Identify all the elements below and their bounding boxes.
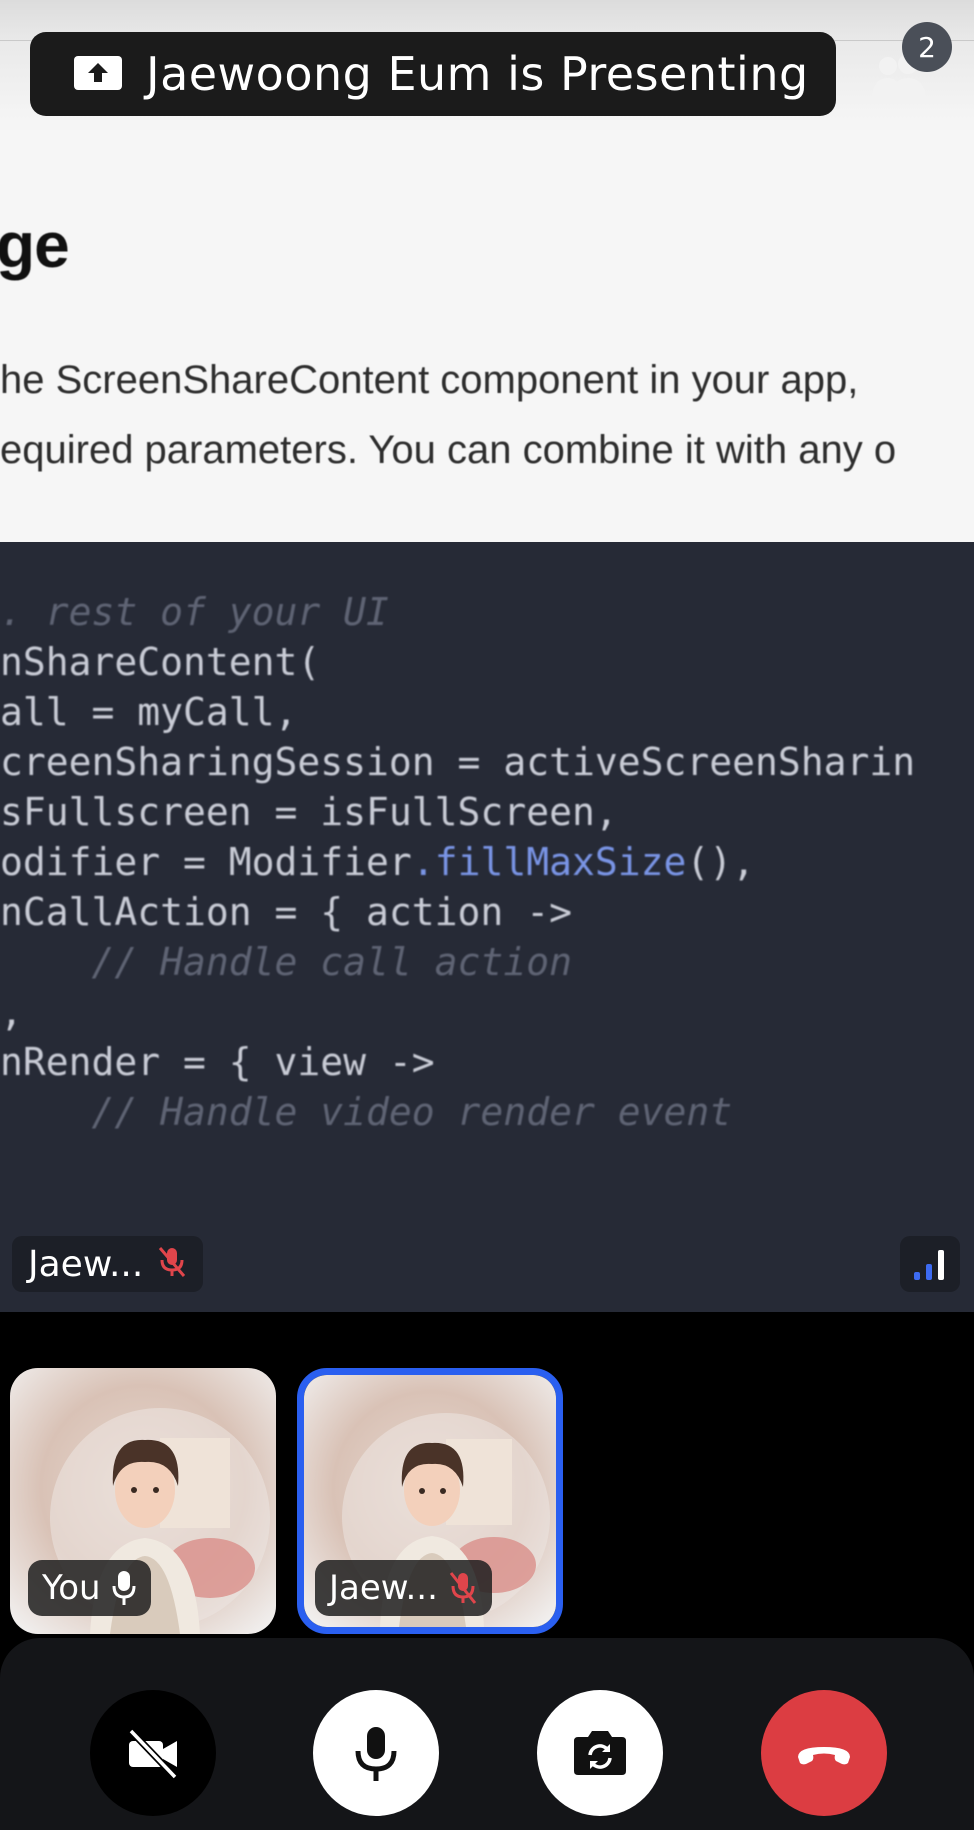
code-line: // Handle video render event: [0, 1090, 733, 1134]
doc-paragraph-line-1: he ScreenShareContent component in your …: [0, 358, 859, 402]
code-line: nRender = { view ->: [0, 1040, 435, 1084]
participants-button[interactable]: 2: [864, 18, 964, 108]
mic-off-icon: [449, 1572, 477, 1604]
presenter-label: Jaew...: [12, 1236, 204, 1292]
mic-icon: [355, 1727, 397, 1781]
code-line: nCallAction = { action ->: [0, 890, 572, 934]
flip-camera-icon: [574, 1731, 626, 1775]
toggle-mic-button[interactable]: [313, 1690, 439, 1816]
participant-tile-you[interactable]: You: [10, 1368, 276, 1634]
network-quality-indicator: [900, 1236, 960, 1292]
code-line: all = myCall,: [0, 690, 298, 734]
code-block: . rest of your UI nShareContent( all = m…: [0, 542, 974, 1312]
code-line: sFullscreen = isFullScreen,: [0, 790, 618, 834]
presenting-banner: Jaewoong Eum is Presenting: [30, 32, 836, 116]
tile-label: You: [28, 1560, 151, 1616]
code-line: . rest of your UI: [0, 590, 389, 634]
mic-off-icon: [157, 1245, 187, 1283]
shared-screen-view[interactable]: ge he ScreenShareContent component in yo…: [0, 0, 974, 1312]
doc-paragraph-line-2: equired parameters. You can combine it w…: [0, 428, 897, 472]
tile-name: Jaew...: [329, 1568, 438, 1608]
presenter-name: Jaew...: [28, 1243, 144, 1285]
participants-count: 2: [902, 22, 952, 72]
code-line: nShareContent(: [0, 640, 321, 684]
screen-share-icon: [74, 56, 122, 90]
hang-up-button[interactable]: [761, 1690, 887, 1816]
code-line: creenSharingSession = activeScreenSharin: [0, 740, 916, 784]
code-line: // Handle call action: [0, 940, 572, 984]
mic-icon: [112, 1571, 136, 1605]
call-controls-bar: [0, 1638, 974, 1830]
doc-heading: ge: [0, 209, 70, 281]
toggle-video-button[interactable]: [90, 1690, 216, 1816]
code-line: odifier = Modifier.fillMaxSize(),: [0, 840, 755, 884]
tile-name: You: [42, 1568, 101, 1608]
hang-up-icon: [798, 1747, 850, 1765]
network-quality-icon: [914, 1250, 944, 1280]
participant-tile-remote[interactable]: Jaew...: [297, 1368, 563, 1634]
code-line: ,: [0, 990, 23, 1034]
video-off-icon: [128, 1728, 178, 1780]
flip-camera-button[interactable]: [537, 1690, 663, 1816]
tile-label: Jaew...: [315, 1560, 492, 1616]
presenting-text: Jaewoong Eum is Presenting: [146, 47, 809, 101]
